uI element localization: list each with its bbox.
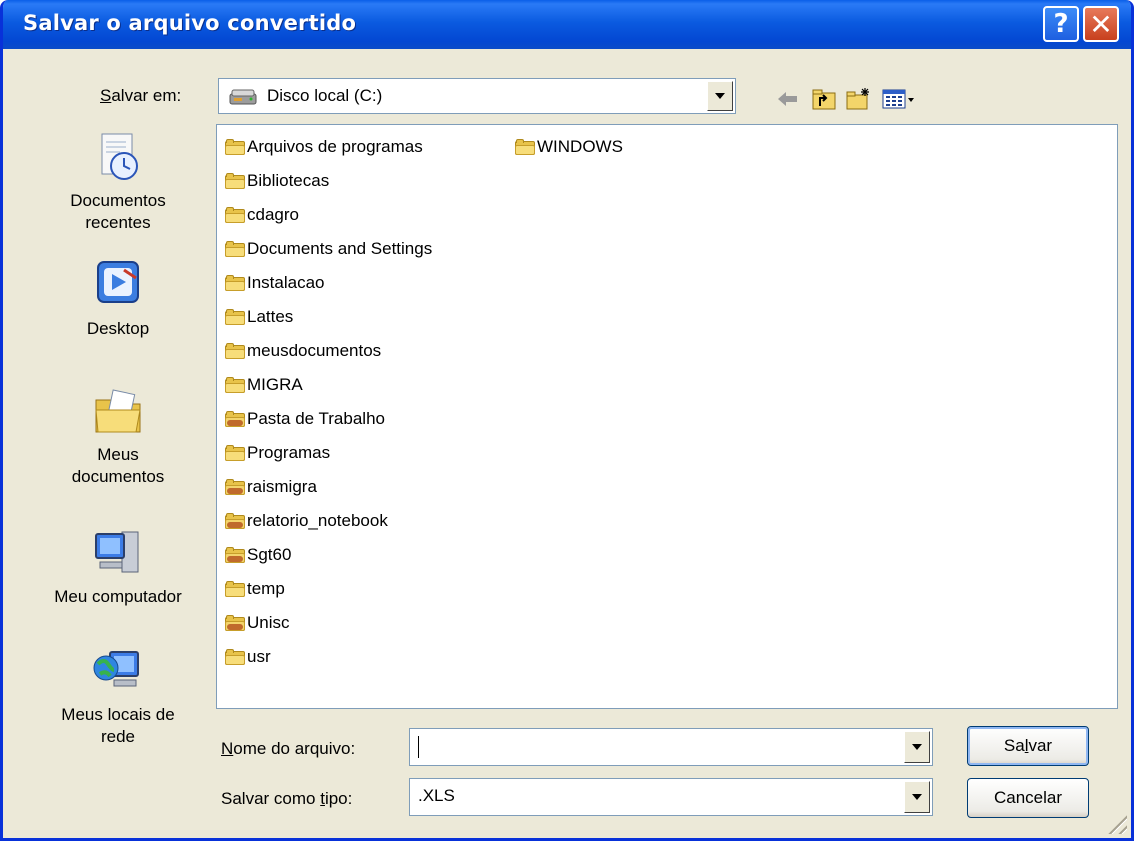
filetype-label: Salvar como tipo: <box>221 789 353 808</box>
list-item[interactable]: temp <box>225 575 285 603</box>
resize-grip[interactable] <box>1105 812 1127 834</box>
filetype-dropdown[interactable]: .XLS <box>409 778 933 816</box>
folder-icon <box>225 207 245 223</box>
place-network[interactable]: Meus locais de rede <box>33 646 203 748</box>
folder-icon <box>225 309 245 325</box>
folder-icon <box>225 343 245 359</box>
save-in-value: Disco local (C:) <box>267 86 383 105</box>
folder-icon <box>225 173 245 189</box>
help-icon: ? <box>1053 9 1069 39</box>
filetype-value: .XLS <box>418 786 455 805</box>
list-item[interactable]: Instalacao <box>225 269 325 297</box>
shared-folder-icon <box>225 411 245 427</box>
window-title: Salvar o arquivo convertido <box>23 11 357 35</box>
list-item[interactable]: Arquivos de programas <box>225 133 423 161</box>
list-item[interactable]: MIGRA <box>225 371 303 399</box>
place-desktop[interactable]: Desktop <box>33 260 203 340</box>
shared-folder-icon <box>225 547 245 563</box>
my-computer-icon <box>95 531 139 573</box>
list-item[interactable]: Unisc <box>225 609 290 637</box>
back-arrow-icon[interactable] <box>775 86 801 112</box>
shared-folder-icon <box>225 479 245 495</box>
list-item[interactable]: meusdocumentos <box>225 337 381 365</box>
cancel-button[interactable]: Cancelar <box>967 778 1089 818</box>
list-item[interactable]: Programas <box>225 439 330 467</box>
filename-dropdown-arrow[interactable] <box>904 731 930 763</box>
save-dialog-window: Salvar o arquivo convertido ? ✕ Salvar e… <box>0 0 1134 841</box>
save-in-dropdown-arrow[interactable] <box>707 81 733 111</box>
place-my-computer[interactable]: Meu computador <box>33 528 203 608</box>
list-item[interactable]: Bibliotecas <box>225 167 329 195</box>
network-places-icon <box>93 651 139 687</box>
filename-label: Nome do arquivo: <box>221 739 356 758</box>
folder-icon <box>225 445 245 461</box>
place-recent-documents[interactable]: Documentos recentes <box>33 132 203 234</box>
new-folder-icon[interactable] <box>845 86 871 112</box>
folder-icon <box>225 139 245 155</box>
filename-input[interactable] <box>409 728 933 766</box>
list-item[interactable]: relatorio_notebook <box>225 507 388 535</box>
list-item[interactable]: cdagro <box>225 201 299 229</box>
view-menu-icon[interactable] <box>881 86 917 112</box>
list-item[interactable]: raismigra <box>225 473 317 501</box>
list-item[interactable]: WINDOWS <box>515 133 623 161</box>
filetype-dropdown-arrow[interactable] <box>904 781 930 813</box>
up-folder-icon[interactable] <box>811 86 837 112</box>
list-item[interactable]: Lattes <box>225 303 293 331</box>
folder-icon <box>225 581 245 597</box>
list-item[interactable]: Sgt60 <box>225 541 291 569</box>
shared-folder-icon <box>225 513 245 529</box>
place-my-documents[interactable]: Meus documentos <box>33 386 203 488</box>
close-icon: ✕ <box>1089 7 1113 41</box>
help-button[interactable]: ? <box>1043 6 1079 42</box>
save-button[interactable]: Sa l var <box>967 726 1089 766</box>
text-caret <box>418 736 419 758</box>
desktop-icon <box>97 261 139 303</box>
folder-icon <box>225 649 245 665</box>
folder-icon <box>225 241 245 257</box>
list-item[interactable]: Pasta de Trabalho <box>225 405 385 433</box>
hard-drive-icon <box>229 89 257 105</box>
save-in-label: Salvar em: <box>100 86 182 105</box>
title-bar[interactable]: Salvar o arquivo convertido ? ✕ <box>3 0 1131 49</box>
recent-documents-icon <box>101 133 138 180</box>
list-item[interactable]: usr <box>225 643 271 671</box>
folder-icon <box>225 377 245 393</box>
close-button[interactable]: ✕ <box>1083 6 1119 42</box>
shared-folder-icon <box>225 615 245 631</box>
file-list[interactable]: Arquivos de programas Bibliotecas cdagro… <box>216 124 1118 709</box>
save-in-dropdown[interactable]: Disco local (C:) <box>218 78 736 114</box>
my-documents-icon <box>95 389 141 433</box>
list-item[interactable]: Documents and Settings <box>225 235 432 263</box>
folder-icon <box>515 139 535 155</box>
folder-icon <box>225 275 245 291</box>
